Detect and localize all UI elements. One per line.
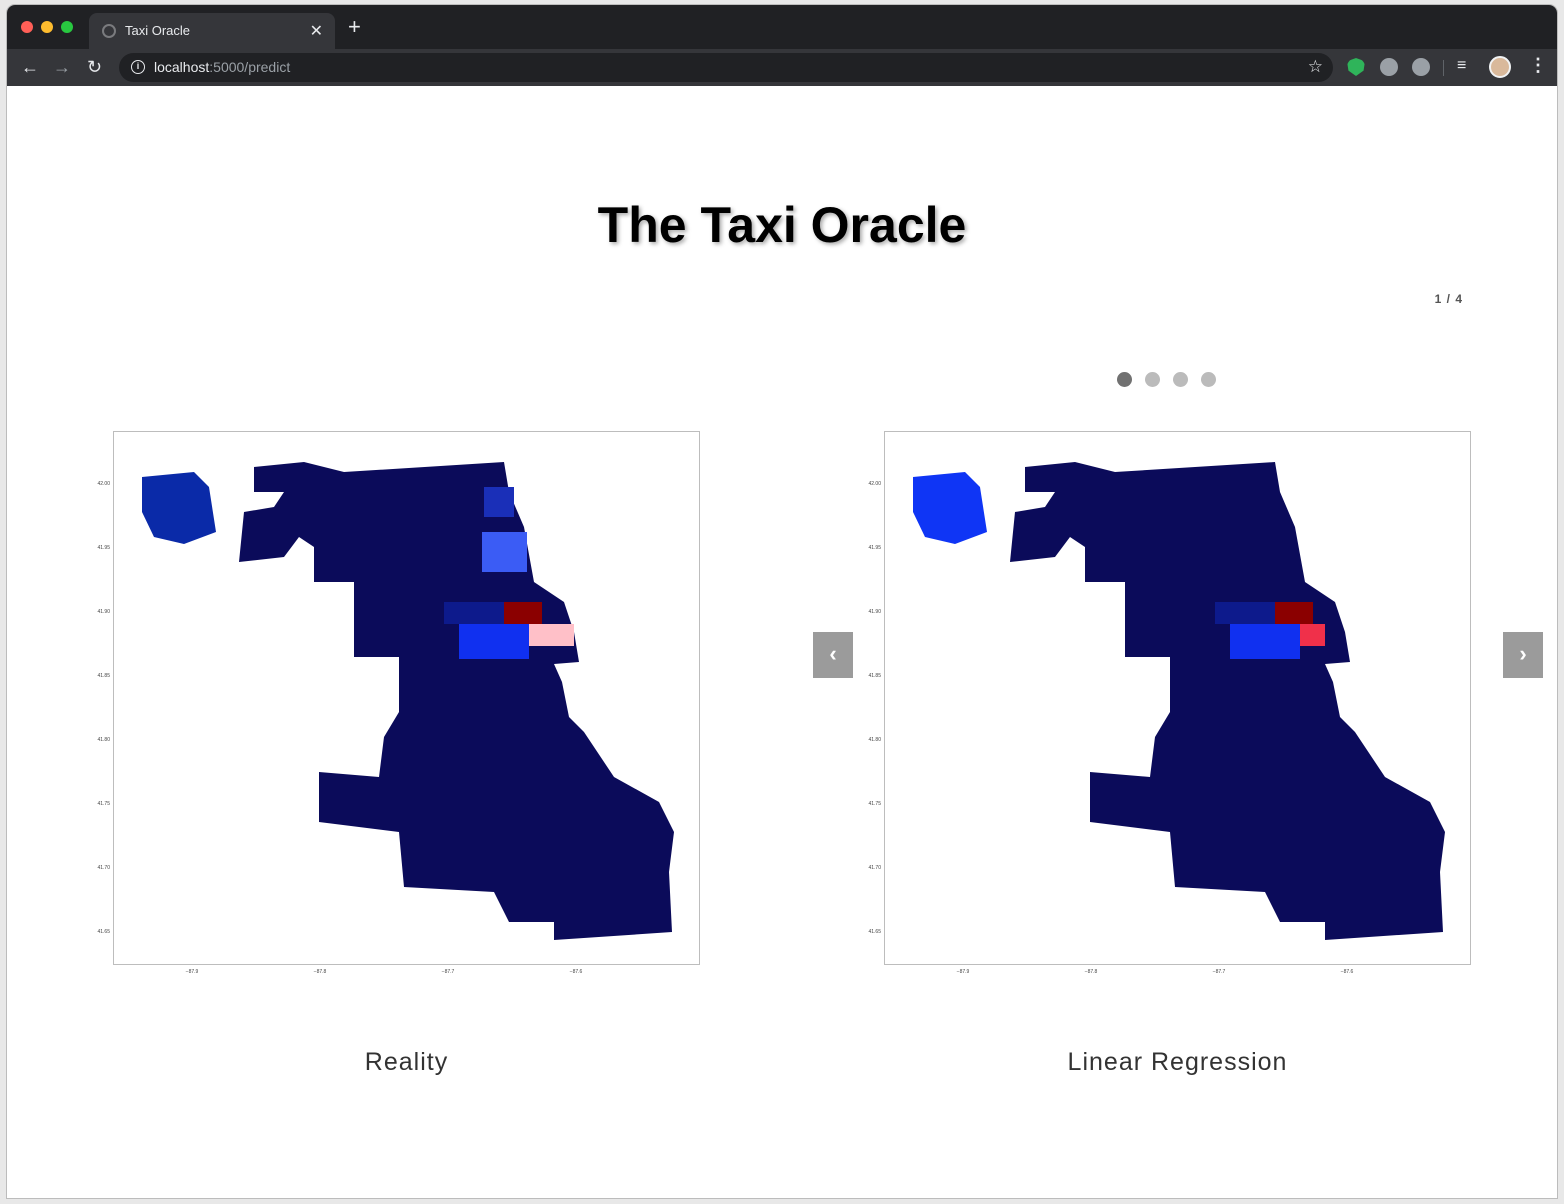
page-content: The Taxi Oracle 1 / 4 42.00 41.95 41.90 41.… bbox=[7, 86, 1557, 1198]
map-svg: 42.00 41.95 41.90 41.85 41.80 41.75 41.70 41.65… bbox=[97, 462, 674, 975]
highlight-region bbox=[484, 487, 514, 517]
tab-title: Taxi Oracle bbox=[125, 23, 191, 38]
star-icon[interactable]: ☆ bbox=[1308, 57, 1323, 77]
y-tick-label: 41.90 bbox=[868, 609, 881, 615]
globe-icon bbox=[102, 24, 116, 38]
x-tick-label: −87.6 bbox=[570, 969, 583, 975]
close-window-button[interactable] bbox=[21, 21, 33, 33]
y-tick-label: 41.65 bbox=[97, 929, 110, 935]
url-host: localhost bbox=[154, 59, 210, 75]
y-tick-label: 41.80 bbox=[97, 737, 110, 743]
url-path: :5000/predict bbox=[209, 59, 291, 75]
back-icon[interactable]: ← bbox=[21, 56, 39, 78]
city-region bbox=[239, 462, 674, 940]
highlight-region bbox=[1230, 624, 1300, 659]
profile-avatar[interactable] bbox=[1489, 56, 1511, 78]
y-tick-label: 41.85 bbox=[97, 673, 110, 679]
minimize-window-button[interactable] bbox=[41, 21, 53, 33]
slide-dot-4[interactable] bbox=[1201, 372, 1216, 387]
page-title: The Taxi Oracle bbox=[597, 197, 967, 253]
menu-icon[interactable]: ⋮ bbox=[1529, 55, 1547, 76]
x-tick-label: −87.8 bbox=[1085, 969, 1098, 975]
close-icon[interactable]: ✕ bbox=[310, 21, 323, 41]
ohare-region bbox=[913, 472, 987, 544]
x-tick-label: −87.9 bbox=[186, 969, 199, 975]
title-bar: Taxi Oracle ✕ + bbox=[7, 5, 1557, 49]
highlight-region bbox=[482, 532, 527, 572]
arrow-extension-icon[interactable] bbox=[1380, 58, 1398, 76]
city-region bbox=[1010, 462, 1445, 940]
slide-counter: 1 / 4 bbox=[1434, 292, 1463, 306]
y-tick-label: 41.80 bbox=[868, 737, 881, 743]
y-tick-label: 41.85 bbox=[868, 673, 881, 679]
x-tick-label: −87.6 bbox=[1341, 969, 1354, 975]
highlight-region bbox=[502, 602, 542, 624]
ohare-region bbox=[142, 472, 216, 544]
highlight-region bbox=[1273, 602, 1313, 624]
forward-icon[interactable]: → bbox=[53, 56, 71, 78]
y-tick-label: 41.70 bbox=[868, 865, 881, 871]
y-tick-label: 41.75 bbox=[868, 801, 881, 807]
toolbar-divider bbox=[1443, 60, 1444, 76]
media-icon[interactable]: ≡ bbox=[1457, 57, 1466, 75]
highlight-region bbox=[459, 624, 529, 659]
y-tick-label: 41.70 bbox=[97, 865, 110, 871]
y-tick-label: 41.75 bbox=[97, 801, 110, 807]
slide-indicators bbox=[1117, 372, 1216, 387]
prev-slide-button[interactable]: ‹ bbox=[813, 632, 853, 678]
download-extension-icon[interactable] bbox=[1412, 58, 1430, 76]
maximize-window-button[interactable] bbox=[61, 21, 73, 33]
x-tick-label: −87.7 bbox=[1213, 969, 1226, 975]
browser-window: Taxi Oracle ✕ + ← → ↻ i localhost:5000/p… bbox=[7, 5, 1557, 1198]
linear-regression-caption: Linear Regression bbox=[1067, 1048, 1288, 1076]
new-tab-button[interactable]: + bbox=[348, 16, 361, 38]
y-tick-label: 41.95 bbox=[868, 545, 881, 551]
linear-regression-map: 42.00 41.95 41.90 41.85 41.80 41.75 41.70 41.65… bbox=[868, 431, 1471, 975]
highlight-region bbox=[444, 602, 504, 624]
reality-map: 42.00 41.95 41.90 41.85 41.80 41.75 41.70 41.65… bbox=[97, 431, 700, 975]
x-tick-label: −87.7 bbox=[442, 969, 455, 975]
x-tick-label: −87.9 bbox=[957, 969, 970, 975]
next-slide-button[interactable]: › bbox=[1503, 632, 1543, 678]
info-icon[interactable]: i bbox=[131, 60, 145, 74]
browser-tab[interactable]: Taxi Oracle ✕ bbox=[89, 13, 335, 49]
highlight-region bbox=[1215, 602, 1275, 624]
x-tick-label: −87.8 bbox=[314, 969, 327, 975]
reality-caption: Reality bbox=[364, 1048, 449, 1076]
reload-icon[interactable]: ↻ bbox=[87, 56, 102, 78]
y-tick-label: 42.00 bbox=[97, 481, 110, 487]
y-tick-label: 41.65 bbox=[868, 929, 881, 935]
shield-extension-icon[interactable] bbox=[1347, 58, 1365, 76]
map-svg: 42.00 41.95 41.90 41.85 41.80 41.75 41.70 41.65… bbox=[868, 462, 1445, 975]
y-tick-label: 42.00 bbox=[868, 481, 881, 487]
slide-dot-1[interactable] bbox=[1117, 372, 1132, 387]
y-tick-label: 41.95 bbox=[97, 545, 110, 551]
url-text[interactable]: localhost:5000/predict bbox=[154, 59, 290, 75]
address-bar[interactable]: i localhost:5000/predict ☆ bbox=[119, 53, 1333, 82]
y-tick-label: 41.90 bbox=[97, 609, 110, 615]
slide-dot-3[interactable] bbox=[1173, 372, 1188, 387]
slide-dot-2[interactable] bbox=[1145, 372, 1160, 387]
browser-toolbar: ← → ↻ i localhost:5000/predict ☆ ≡ ⋮ bbox=[7, 49, 1557, 86]
highlight-region bbox=[524, 624, 574, 646]
